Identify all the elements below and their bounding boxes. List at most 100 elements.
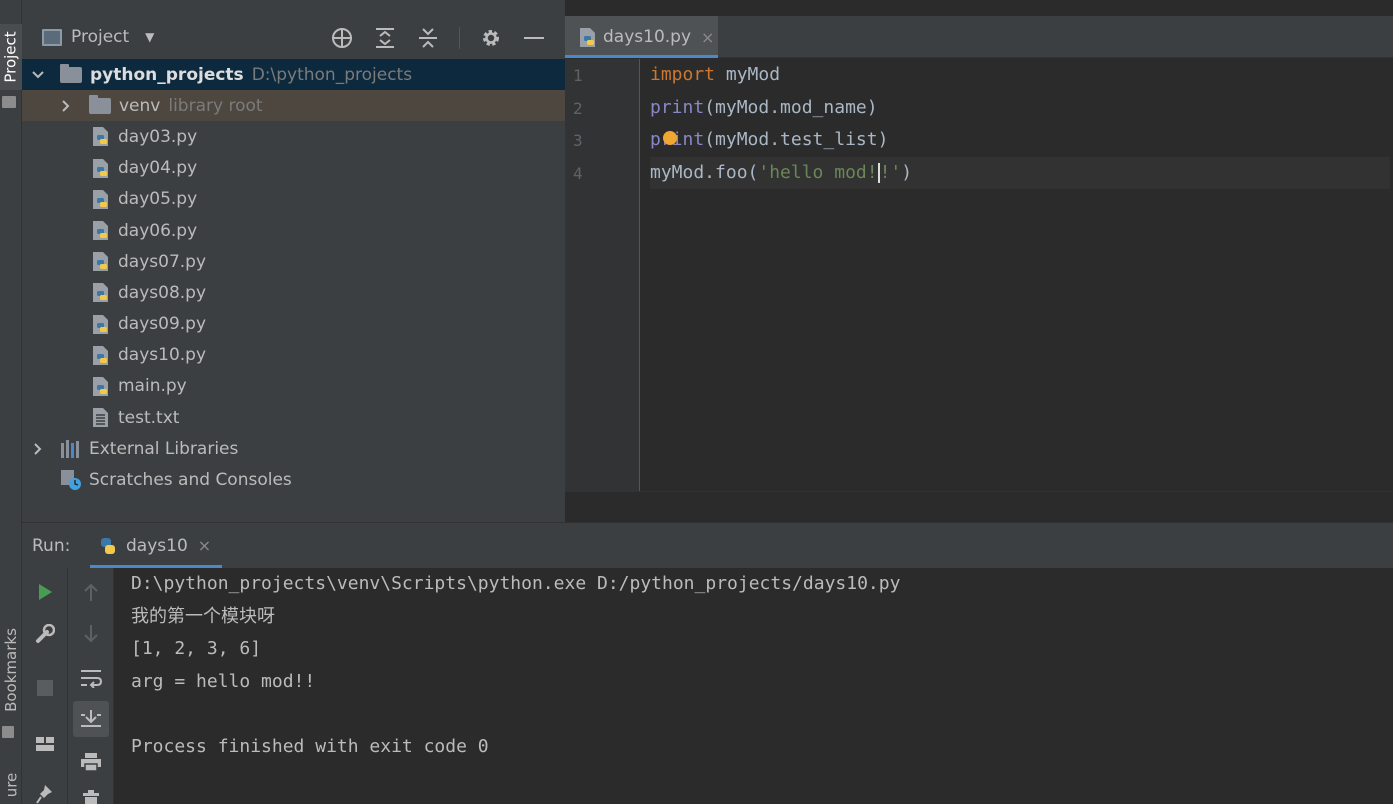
close-icon[interactable]: × [198,536,211,555]
stop-button[interactable] [22,670,68,706]
tree-row-file[interactable]: days09.py [22,309,565,340]
soft-wrap-button[interactable] [68,660,114,696]
console-line: Process finished with exit code 0 [131,735,489,757]
arrow-down-icon [84,625,98,643]
edit-configuration-button[interactable] [22,616,68,652]
tree-row-venv[interactable]: venv library root [22,90,565,122]
rerun-button[interactable] [22,574,68,610]
file-name: days10.py [118,345,207,366]
scroll-to-end-button[interactable] [73,701,109,737]
project-panel-toolbar [320,24,555,52]
collapse-all-icon [418,28,437,48]
console-line: 我的第一个模块呀 [131,605,275,627]
folder-icon [60,63,82,83]
pin-tab-button[interactable] [22,776,68,804]
chevron-down-icon[interactable]: ▼ [145,30,154,44]
file-name: main.py [118,376,187,397]
bookmarks-tool-tab-label: Bookmarks [2,628,20,712]
print-button[interactable] [68,744,114,780]
trash-icon [83,790,99,804]
tree-row-root[interactable]: python_projects D:\python_projects [22,59,565,91]
run-tab-days10[interactable]: days10 × [80,523,230,568]
chevron-right-icon[interactable] [59,99,73,113]
structure-tool-tab-label: ure [2,772,21,798]
python-file-icon [93,345,108,365]
file-list: day03.py day04.py day05.py day06.py days07.p… [22,121,565,433]
scratches-icon [61,470,81,491]
left-tool-strip: Project Bookmarks ure [0,0,22,804]
bookmark-icon [2,726,14,738]
arrow-up-icon [84,583,98,601]
tree-row-file[interactable]: day05.py [22,184,565,215]
close-icon[interactable]: × [701,28,714,47]
python-file-icon [580,27,595,47]
code-token: (myMod.mod_name) [704,96,878,118]
code-line: print(myMod.test_list) [650,124,1390,157]
tree-row-file[interactable]: test.txt [22,402,565,433]
project-panel: Project ▼ python_projects D:\python_proj… [22,0,565,522]
console-output[interactable]: D:\python_projects\venv\Scripts\python.e… [131,568,1381,763]
scratches-label: Scratches and Consoles [89,470,292,491]
tree-row-file[interactable]: day04.py [22,153,565,184]
layout-icon [36,737,54,751]
tree-row-file[interactable]: day06.py [22,215,565,246]
line-number: 3 [573,131,583,150]
tree-row-file[interactable]: days08.py [22,277,565,308]
run-toolbar-secondary [68,568,114,804]
project-tool-tab[interactable]: Project [0,24,22,90]
collapse-all-button[interactable] [406,24,449,52]
file-name: days08.py [118,282,207,303]
chevron-down-icon[interactable] [31,68,45,82]
expand-all-button[interactable] [363,24,406,52]
code-token: myMod.foo( [650,161,759,183]
tree-row-external-libraries[interactable]: External Libraries [22,433,565,464]
editor-tab-bar: days10.py × [565,16,1393,58]
file-name: test.txt [118,407,180,428]
python-file-icon [93,127,108,147]
options-button[interactable] [469,24,512,52]
bookmarks-tool-tab[interactable]: Bookmarks [0,620,22,720]
run-panel: Run: days10 × D:\python_projects\venv\Sc… [22,522,1393,804]
lightbulb-icon[interactable] [663,131,677,145]
python-file-icon [93,158,108,178]
tree-row-file[interactable]: days07.py [22,246,565,277]
editor-tab-days10[interactable]: days10.py × [565,16,718,58]
tree-row-scratches[interactable]: Scratches and Consoles [22,464,565,495]
python-file-icon [93,283,108,303]
venv-folder-name: venv [119,95,161,116]
code-editor[interactable]: import myMod print(myMod.mod_name) print… [650,59,1390,189]
layout-button[interactable] [22,726,68,762]
text-file-icon [93,408,108,428]
structure-tool-tab[interactable]: ure [0,766,22,804]
code-token: ) [901,161,913,183]
toolbar-separator [449,24,469,52]
tree-row-file[interactable]: main.py [22,371,565,402]
string-token: 'hello mod! [758,161,878,183]
folder-icon [89,94,111,114]
hide-panel-button[interactable] [512,24,555,52]
run-panel-header: Run: days10 × [22,523,1393,568]
separator-line [458,27,460,49]
tree-row-file[interactable]: days10.py [22,340,565,371]
play-icon [39,584,52,600]
file-name: days07.py [118,251,207,272]
select-opened-file-button[interactable] [320,24,363,52]
console-line: D:\python_projects\venv\Scripts\python.e… [131,573,901,594]
python-file-icon [93,376,108,396]
previous-occurrence-button[interactable] [68,574,114,610]
python-file-icon [93,314,108,334]
expand-all-icon [375,28,394,48]
tree-row-file[interactable]: day03.py [22,121,565,152]
project-view-selector[interactable]: Project ▼ [42,27,154,47]
next-occurrence-button[interactable] [68,616,114,652]
editor-horizontal-scrollbar[interactable] [565,491,1393,522]
file-name: day06.py [118,220,198,241]
chevron-right-icon[interactable] [31,442,45,456]
wrench-icon [36,624,55,643]
line-number: 1 [573,66,583,85]
file-name: day03.py [118,126,198,147]
clear-all-button[interactable] [68,782,114,804]
project-tool-tab-label: Project [2,31,21,83]
builtin-token: print [650,96,705,118]
editor-tab-label: days10.py [603,27,692,47]
